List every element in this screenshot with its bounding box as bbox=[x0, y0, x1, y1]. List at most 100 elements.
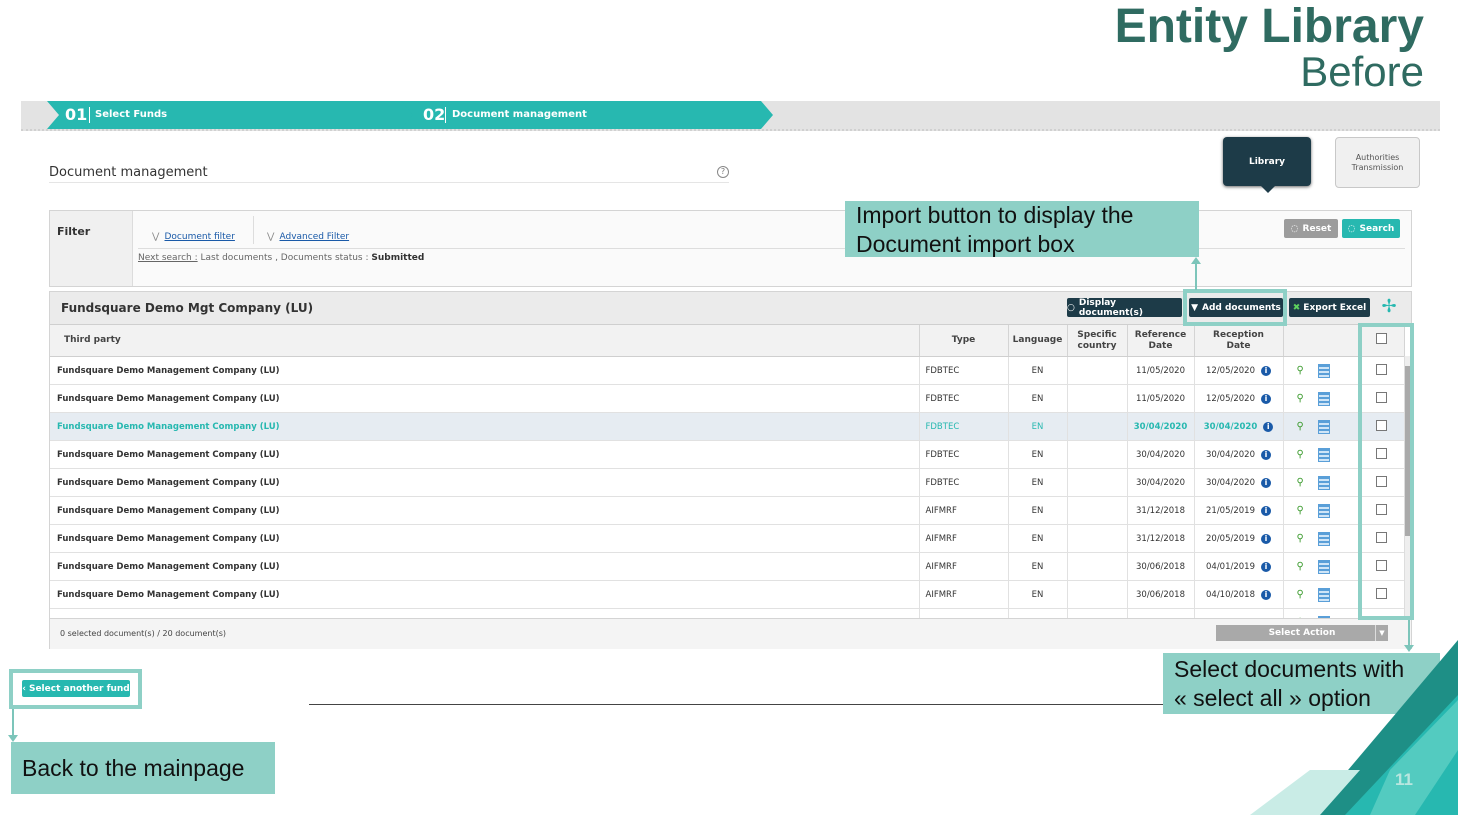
document-icon[interactable] bbox=[1317, 587, 1330, 602]
select-action-dropdown[interactable]: Select Action ▼ bbox=[1216, 625, 1388, 641]
help-icon[interactable]: ? bbox=[717, 166, 729, 178]
cell-type: FDBTEC bbox=[919, 468, 1009, 497]
cell-type: AIFMRF bbox=[919, 524, 1009, 553]
info-icon[interactable]: i bbox=[1261, 589, 1271, 600]
col-reference-date[interactable]: Reference Date bbox=[1127, 325, 1195, 357]
document-icon[interactable] bbox=[1317, 531, 1330, 546]
magnifier-icon[interactable]: ⚲ bbox=[1297, 421, 1304, 432]
cell-reference-date: 30/04/2020 bbox=[1127, 440, 1195, 469]
advanced-filter-toggle[interactable]: ⋁ Advanced Filter bbox=[267, 224, 349, 243]
document-icon[interactable] bbox=[1317, 391, 1330, 406]
col-specific-country[interactable]: Specific country bbox=[1067, 325, 1128, 357]
magnifier-icon[interactable]: ⚲ bbox=[1297, 561, 1304, 572]
auth-label-2: Transmission bbox=[1351, 162, 1404, 172]
step-select-funds[interactable]: 01 Select Funds bbox=[47, 101, 415, 129]
highlight-add-documents bbox=[1183, 289, 1287, 326]
magnifier-icon[interactable]: ⚲ bbox=[1297, 533, 1304, 544]
info-icon[interactable]: i bbox=[1261, 505, 1271, 516]
document-filter-toggle[interactable]: ⋁ Document filter bbox=[152, 224, 235, 243]
info-icon[interactable]: i bbox=[1261, 533, 1271, 544]
cell-type: AIFMRF bbox=[919, 552, 1009, 581]
display-documents-button[interactable]: ○ Display document(s) bbox=[1067, 298, 1182, 318]
cell-type: AIFMRF bbox=[919, 496, 1009, 525]
cell-reception-date: 20/05/2019 i bbox=[1194, 524, 1284, 553]
col-type[interactable]: Type bbox=[919, 325, 1009, 357]
step-label: Document management bbox=[452, 109, 587, 120]
info-icon[interactable]: i bbox=[1261, 365, 1271, 376]
magnifier-icon[interactable]: ⚲ bbox=[1297, 505, 1304, 516]
document-icon[interactable] bbox=[1317, 363, 1330, 378]
cell-third-party: Fundsquare Demo Management Company (LU) bbox=[50, 580, 920, 609]
col-language[interactable]: Language bbox=[1008, 325, 1068, 357]
magnifier-icon[interactable]: ⚲ bbox=[1297, 589, 1304, 600]
reset-button[interactable]: ◌ Reset bbox=[1284, 219, 1338, 238]
cell-actions: ⚲ bbox=[1283, 496, 1360, 525]
document-icon[interactable] bbox=[1317, 447, 1330, 462]
table-row[interactable]: Fundsquare Demo Management Company (LU)A… bbox=[50, 552, 1405, 581]
magnifier-icon[interactable]: ⚲ bbox=[1297, 477, 1304, 488]
table-row[interactable]: Fundsquare Demo Management Company (LU)A… bbox=[50, 580, 1405, 609]
table-row[interactable]: Fundsquare Demo Management Company (LU) F… bbox=[50, 440, 1405, 469]
info-icon[interactable]: i bbox=[1261, 393, 1271, 404]
table-row[interactable]: Fundsquare Demo Management Company (LU) F… bbox=[50, 468, 1405, 497]
cell-specific-country bbox=[1067, 552, 1128, 581]
document-filter-link[interactable]: Document filter bbox=[164, 232, 234, 242]
cell-type: FDBTEC bbox=[919, 356, 1009, 385]
selection-count: 0 selected document(s) / 20 document(s) bbox=[60, 629, 226, 638]
cell-reception-date: 30/04/2020 i bbox=[1194, 440, 1284, 469]
move-icon[interactable]: ✢ bbox=[1378, 296, 1400, 318]
cell-reception-date: 12/05/2020 i bbox=[1194, 384, 1284, 413]
col-reception-date[interactable]: Reception Date bbox=[1194, 325, 1284, 357]
step-label: Select Funds bbox=[95, 109, 168, 120]
export-excel-button[interactable]: ✖ Export Excel bbox=[1289, 298, 1370, 317]
col-label: Reference bbox=[1134, 329, 1187, 340]
cell-reference-date: 11/05/2020 bbox=[1127, 356, 1195, 385]
step-document-management[interactable]: 02 Document management bbox=[401, 101, 773, 129]
info-icon[interactable]: i bbox=[1261, 561, 1271, 572]
document-icon[interactable] bbox=[1317, 559, 1330, 574]
next-search-link[interactable]: Next search : bbox=[138, 253, 198, 263]
cell-third-party: Fundsquare Demo Management Company (LU) bbox=[50, 524, 920, 553]
search-status: Next search : Last documents , Documents… bbox=[138, 253, 424, 263]
reception-date: 12/05/2020 bbox=[1206, 393, 1255, 404]
table-row[interactable]: Fundsquare Demo Management Company (LU) F… bbox=[50, 384, 1405, 413]
cell-actions: ⚲ bbox=[1283, 440, 1360, 469]
table-row[interactable]: Fundsquare Demo Management Company (LU) F… bbox=[50, 412, 1405, 441]
table-row[interactable]: Fundsquare Demo Management Company (LU) F… bbox=[50, 356, 1405, 385]
cell-third-party: Fundsquare Demo Management Company (LU) bbox=[50, 468, 920, 497]
authorities-transmission-button[interactable]: Authorities Transmission bbox=[1335, 137, 1420, 188]
magnifier-icon[interactable]: ⚲ bbox=[1297, 449, 1304, 460]
document-icon[interactable] bbox=[1317, 475, 1330, 490]
advanced-filter-link[interactable]: Advanced Filter bbox=[279, 232, 349, 242]
library-button[interactable]: Library bbox=[1223, 137, 1311, 186]
magnifier-icon[interactable]: ⚲ bbox=[1297, 393, 1304, 404]
cell-actions: ⚲ bbox=[1283, 412, 1360, 441]
info-icon[interactable]: i bbox=[1261, 449, 1271, 460]
table-row[interactable]: Fundsquare Demo Management Company (LU)A… bbox=[50, 496, 1405, 525]
cell-specific-country bbox=[1067, 440, 1128, 469]
cell-reception-date: 12/05/2020 i bbox=[1194, 356, 1284, 385]
auth-label-1: Authorities bbox=[1355, 152, 1400, 162]
cell-reference-date: 30/06/2018 bbox=[1127, 580, 1195, 609]
cell-type: FDBTEC bbox=[919, 440, 1009, 469]
divider bbox=[309, 704, 1209, 705]
search-icon: ◌ bbox=[1347, 223, 1356, 234]
magnifier-icon[interactable]: ⚲ bbox=[1297, 365, 1304, 376]
col-third-party[interactable]: Third party bbox=[50, 325, 920, 357]
table-row[interactable]: Fundsquare Demo Management Company (LU)A… bbox=[50, 524, 1405, 553]
info-icon[interactable]: i bbox=[1261, 477, 1271, 488]
search-button[interactable]: ◌ Search bbox=[1342, 219, 1400, 238]
cell-specific-country bbox=[1067, 468, 1128, 497]
callout-text: Import button to display the bbox=[856, 202, 1134, 228]
col-actions bbox=[1283, 325, 1360, 357]
reset-label: Reset bbox=[1302, 223, 1332, 234]
document-icon[interactable] bbox=[1317, 419, 1330, 434]
info-icon[interactable]: i bbox=[1263, 421, 1274, 432]
reception-date: 30/04/2020 bbox=[1206, 449, 1255, 460]
documents-grid: Fundsquare Demo Mgt Company (LU) ○ Displa… bbox=[49, 291, 1412, 649]
last-documents-text: Last documents bbox=[197, 253, 273, 263]
arrow-line bbox=[1195, 263, 1197, 290]
document-icon[interactable] bbox=[1317, 503, 1330, 518]
cell-language: EN bbox=[1008, 412, 1068, 441]
cell-language: EN bbox=[1008, 356, 1068, 385]
